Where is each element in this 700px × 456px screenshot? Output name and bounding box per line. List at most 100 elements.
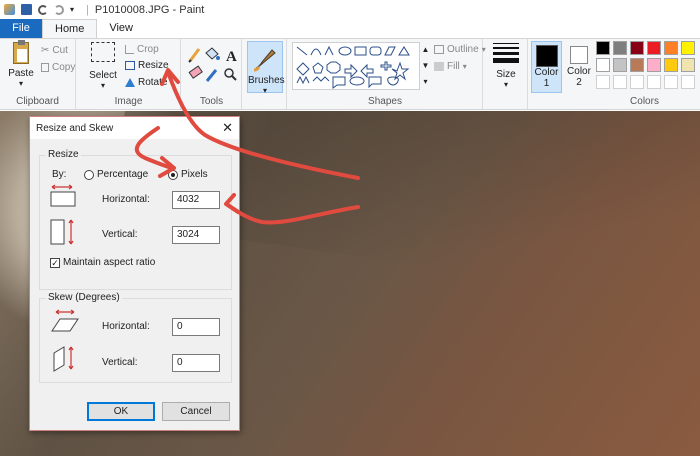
shapes-gallery[interactable] [292, 42, 420, 90]
skew-vertical-input[interactable]: 0 [172, 354, 220, 372]
by-label: By: [52, 169, 67, 180]
palette-swatch[interactable] [596, 75, 610, 89]
cancel-button[interactable]: Cancel [162, 402, 230, 421]
clipboard-group: Paste ▾ ✂ Cut Copy Clipboard [0, 39, 76, 109]
skew-horizontal-icon [51, 309, 79, 332]
tools-group-label: Tools [199, 96, 224, 107]
redo-icon[interactable] [54, 4, 64, 15]
outline-button[interactable]: Outline ▾ [434, 44, 486, 55]
paste-dropdown-icon[interactable]: ▾ [6, 79, 36, 88]
skew-horizontal-input[interactable]: 0 [172, 318, 220, 336]
cut-button[interactable]: ✂ Cut [41, 45, 68, 56]
cut-label: Cut [52, 45, 68, 56]
line-size-icon [493, 43, 519, 63]
select-button[interactable]: Select ▾ [83, 42, 123, 90]
copy-icon [41, 63, 49, 72]
palette-swatch[interactable] [664, 75, 678, 89]
brushes-group: Brushes ▾ [243, 39, 287, 109]
palette-swatch[interactable] [681, 41, 695, 55]
palette-swatch[interactable] [664, 41, 678, 55]
palette-swatch[interactable] [613, 41, 627, 55]
color1-label: Color [534, 67, 559, 78]
svg-text:A: A [226, 49, 237, 65]
color2-button[interactable]: Color 2 [565, 41, 593, 93]
palette-swatch[interactable] [647, 41, 661, 55]
paint-app-icon[interactable] [4, 4, 15, 15]
palette-swatch[interactable] [596, 41, 610, 55]
crop-button[interactable]: Crop [125, 44, 159, 55]
brushes-label: Brushes [248, 75, 285, 86]
color1-button[interactable]: Color 1 [531, 41, 562, 93]
brushes-button[interactable]: Brushes ▾ [247, 41, 285, 95]
palette-swatch[interactable] [681, 58, 695, 72]
eraser-icon[interactable] [188, 65, 203, 79]
rotate-icon [125, 78, 135, 87]
fill-icon [434, 62, 444, 71]
undo-icon[interactable] [38, 4, 48, 15]
customize-quick-access-icon[interactable]: ▾ [70, 4, 78, 15]
skew-vertical-icon [53, 346, 74, 372]
ok-button[interactable]: OK [87, 402, 155, 421]
image-group: Select ▾ Crop Resize Rotate Image [77, 39, 181, 109]
percentage-label: Percentage [97, 169, 149, 180]
ribbon: Paste ▾ ✂ Cut Copy Clipboard Select ▾ Cro… [0, 38, 700, 110]
window-title: P1010008.JPG - Paint [94, 3, 205, 16]
close-icon[interactable]: ✕ [222, 120, 233, 136]
palette-swatch[interactable] [630, 41, 644, 55]
fill-button[interactable]: Fill ▾ [434, 61, 467, 72]
palette-swatch[interactable] [647, 75, 661, 89]
palette-swatch[interactable] [681, 75, 695, 89]
maintain-aspect-checkbox[interactable]: ✓ [50, 258, 60, 268]
color2-label: Color [567, 66, 591, 77]
palette-swatch[interactable] [613, 75, 627, 89]
resize-button[interactable]: Resize [125, 60, 169, 71]
skew-horizontal-label: Horizontal: [102, 321, 150, 332]
fill-bucket-icon[interactable] [205, 47, 220, 60]
color-palette [596, 41, 700, 93]
palette-swatch[interactable] [647, 58, 661, 72]
rotate-button[interactable]: Rotate [125, 77, 167, 88]
tab-view[interactable]: View [97, 19, 145, 38]
selection-icon [91, 42, 115, 62]
tab-file[interactable]: File [0, 19, 42, 38]
horizontal-resize-icon [50, 184, 76, 207]
resize-icon [125, 61, 135, 70]
paste-label: Paste [8, 68, 34, 79]
save-icon[interactable] [21, 4, 32, 15]
percentage-radio[interactable] [84, 170, 94, 180]
palette-swatch[interactable] [664, 58, 678, 72]
dialog-title: Resize and Skew [36, 122, 114, 134]
size-group: Size ▾ [484, 39, 528, 109]
color1-swatch [535, 45, 558, 67]
horizontal-label: Horizontal: [102, 194, 150, 205]
outline-icon [434, 45, 444, 54]
pixels-radio[interactable] [168, 170, 178, 180]
shapes-scroll[interactable]: ▲ ▼ ▾ [421, 42, 430, 90]
magnifier-icon[interactable] [224, 68, 237, 81]
select-dropdown-icon[interactable]: ▾ [83, 81, 123, 90]
pencil-icon[interactable] [188, 48, 201, 63]
pixels-label: Pixels [181, 169, 208, 180]
resize-fieldset: Resize By: Percentage Pixels Horizontal:… [39, 149, 232, 290]
rotate-label: Rotate [138, 77, 168, 88]
size-button[interactable]: Size ▾ [490, 43, 522, 89]
palette-swatch[interactable] [613, 58, 627, 72]
text-icon[interactable]: A [226, 49, 237, 65]
palette-swatch[interactable] [630, 58, 644, 72]
vertical-input[interactable]: 3024 [172, 226, 220, 244]
dialog-title-bar: Resize and Skew ✕ [30, 117, 239, 139]
palette-swatch[interactable] [596, 58, 610, 72]
color-picker-icon[interactable] [205, 69, 218, 82]
copy-button[interactable]: Copy [41, 62, 75, 73]
quick-access-toolbar: ▾ [4, 4, 78, 15]
size-dropdown-icon[interactable]: ▾ [490, 80, 522, 89]
maintain-aspect-label: Maintain aspect ratio [63, 257, 156, 268]
paste-button[interactable]: Paste ▾ [6, 40, 36, 88]
tools-icons: A [188, 47, 237, 82]
tools-group: A Tools [182, 39, 242, 109]
brushes-dropdown-icon[interactable]: ▾ [248, 86, 282, 95]
outline-label: Outline [447, 44, 479, 55]
tab-home[interactable]: Home [42, 19, 98, 38]
horizontal-input[interactable]: 4032 [172, 191, 220, 209]
palette-swatch[interactable] [630, 75, 644, 89]
